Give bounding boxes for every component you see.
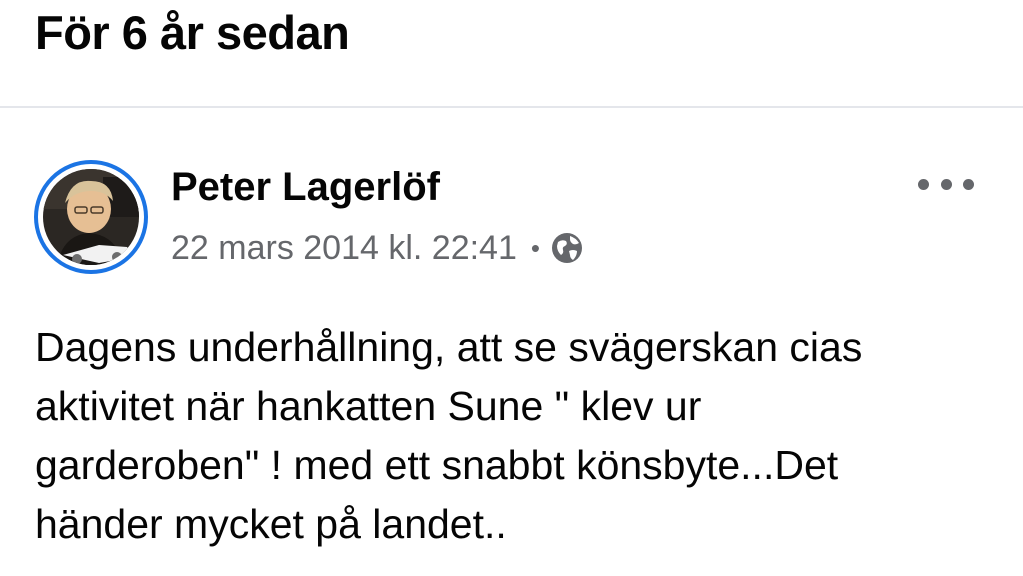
more-options-dot <box>940 178 952 190</box>
more-options-dot <box>963 178 974 190</box>
post-text: Dagens underhållning, att se svägerskan … <box>35 318 1010 554</box>
memory-section-title: För 6 år sedan <box>35 6 350 59</box>
post-author-name[interactable]: Peter Lagerlöf <box>171 164 440 210</box>
post-meta: 22 mars 2014 kl. 22:41 • <box>171 226 584 270</box>
globe-icon[interactable] <box>550 231 584 265</box>
post-text-line: Dagens underhållning, att se svägerskan … <box>35 324 863 370</box>
section-divider <box>0 106 1023 108</box>
post-text-line: aktivitet när hankatten Sune " klev ur <box>35 383 702 429</box>
post-text-line: händer mycket på landet.. <box>35 501 507 547</box>
more-options-dot <box>918 178 929 190</box>
more-options-icon[interactable] <box>918 166 974 202</box>
post-text-line: garderoben" ! med ett snabbt könsbyte...… <box>35 442 839 488</box>
meta-separator: • <box>530 232 540 263</box>
author-avatar-photo <box>43 169 139 265</box>
post-timestamp[interactable]: 22 mars 2014 kl. 22:41 <box>171 229 517 268</box>
author-avatar[interactable] <box>34 160 148 274</box>
